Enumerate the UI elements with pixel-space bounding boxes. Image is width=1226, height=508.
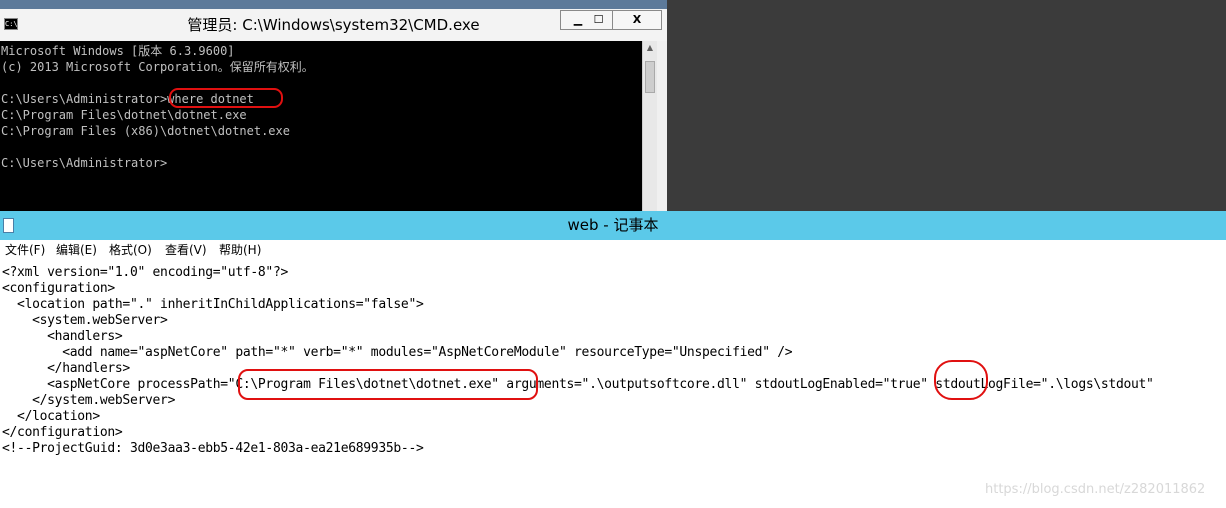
- scroll-up-arrow-icon[interactable]: ▲: [643, 43, 657, 55]
- text-line: <location path="." inheritInChildApplica…: [2, 297, 424, 312]
- console-line: Microsoft Windows [版本 6.3.9600]: [1, 44, 235, 58]
- notepad-content: <?xml version="1.0" encoding="utf-8"?> <c…: [2, 265, 1154, 457]
- cmd-icon[interactable]: C:\: [4, 18, 18, 30]
- menu-view[interactable]: 查看(V): [165, 240, 207, 261]
- annotation-circle-process-path: [238, 369, 538, 400]
- cmd-window-border: [657, 41, 667, 211]
- desktop-background-right: [667, 0, 1226, 211]
- maximize-button[interactable]: ☐: [584, 10, 614, 30]
- console-output[interactable]: Microsoft Windows [版本 6.3.9600] (c) 2013 …: [0, 41, 642, 211]
- text-line: <system.webServer>: [2, 313, 168, 328]
- notepad-titlebar[interactable]: web - 记事本: [0, 211, 1226, 240]
- text-line: </configuration>: [2, 425, 123, 440]
- text-line: </location>: [2, 409, 100, 424]
- notepad-title: web - 记事本: [567, 216, 659, 234]
- watermark: https://blog.csdn.net/z282011862: [985, 482, 1206, 497]
- console-scrollbar[interactable]: ▲: [642, 41, 657, 211]
- text-line: <add name="aspNetCore" path="*" verb="*"…: [2, 345, 793, 360]
- cmd-window: 管理员: C:\Windows\system32\CMD.exe C:\ ▁ ☐…: [0, 9, 667, 211]
- text-line: <configuration>: [2, 281, 115, 296]
- console-line: C:\Program Files\dotnet\dotnet.exe: [1, 108, 247, 122]
- notepad-icon[interactable]: [3, 218, 14, 233]
- scrollbar-thumb[interactable]: [645, 61, 655, 93]
- close-button[interactable]: X: [612, 10, 662, 30]
- notepad-menubar: 文件(F) 编辑(E) 格式(O) 查看(V) 帮助(H): [0, 240, 1226, 263]
- menu-help[interactable]: 帮助(H): [219, 240, 261, 261]
- console-line: C:\Users\Administrator>: [1, 156, 168, 170]
- menu-format[interactable]: 格式(O): [109, 240, 152, 261]
- text-line: <handlers>: [2, 329, 123, 344]
- annotation-circle-command: [169, 88, 283, 108]
- annotation-circle-true: [934, 360, 988, 400]
- desktop-background: [0, 0, 667, 9]
- cmd-titlebar[interactable]: 管理员: C:\Windows\system32\CMD.exe C:\ ▁ ☐…: [0, 9, 667, 41]
- text-line: <!--ProjectGuid: 3d0e3aa3-ebb5-42e1-803a…: [2, 441, 424, 456]
- menu-file[interactable]: 文件(F): [5, 240, 45, 261]
- console-line: (c) 2013 Microsoft Corporation。保留所有权利。: [1, 60, 314, 74]
- menu-edit[interactable]: 编辑(E): [56, 240, 97, 261]
- console-line: C:\Program Files (x86)\dotnet\dotnet.exe: [1, 124, 290, 138]
- text-line: <?xml version="1.0" encoding="utf-8"?>: [2, 265, 289, 280]
- notepad-text-area[interactable]: <?xml version="1.0" encoding="utf-8"?> <c…: [0, 262, 1226, 508]
